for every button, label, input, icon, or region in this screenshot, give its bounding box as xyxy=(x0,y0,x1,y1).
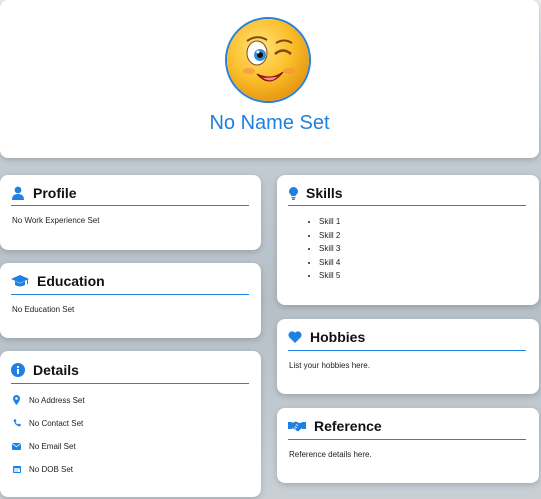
contact-row: No Contact Set xyxy=(12,416,83,430)
reference-divider xyxy=(288,439,526,440)
education-card: Education No Education Set xyxy=(0,263,261,338)
education-title: Education xyxy=(37,273,105,289)
reference-text: Reference details here. xyxy=(289,450,372,459)
hobbies-divider xyxy=(288,350,526,351)
info-icon xyxy=(11,363,25,377)
education-divider xyxy=(11,294,249,295)
calendar-icon xyxy=(12,462,21,476)
hobbies-title: Hobbies xyxy=(310,329,366,345)
profile-card: Profile No Work Experience Set xyxy=(0,175,261,250)
profile-name: No Name Set xyxy=(209,112,330,134)
profile-text: No Work Experience Set xyxy=(12,216,100,225)
heart-icon xyxy=(288,330,302,344)
lightbulb-icon xyxy=(288,186,298,200)
list-item: Skill 1 xyxy=(319,215,340,229)
hobbies-text: List your hobbies here. xyxy=(289,361,370,370)
reference-heading: Reference xyxy=(288,418,382,434)
contact-text: No Contact Set xyxy=(29,418,84,428)
winking-emoji-icon xyxy=(227,19,309,101)
avatar[interactable] xyxy=(225,17,311,103)
skills-heading: Skills xyxy=(288,185,343,201)
envelope-icon xyxy=(12,439,21,453)
list-item: Skill 3 xyxy=(319,242,340,256)
hobbies-heading: Hobbies xyxy=(288,329,365,345)
reference-title: Reference xyxy=(314,418,382,434)
list-item: Skill 2 xyxy=(319,229,340,243)
details-heading: Details xyxy=(11,362,79,378)
skills-title: Skills xyxy=(306,185,343,201)
skills-divider xyxy=(288,205,526,206)
map-pin-icon xyxy=(12,393,21,407)
details-divider xyxy=(11,383,249,384)
hobbies-card: Hobbies List your hobbies here. xyxy=(277,319,539,394)
profile-header-card: No Name Set xyxy=(0,0,539,158)
address-text: No Address Set xyxy=(29,395,85,405)
list-item: Skill 5 xyxy=(319,269,340,283)
email-text: No Email Set xyxy=(29,441,76,451)
dob-row: No DOB Set xyxy=(12,462,73,476)
skills-list: Skill 1 Skill 2 Skill 3 Skill 4 Skill 5 xyxy=(319,215,340,283)
email-row: No Email Set xyxy=(12,439,76,453)
profile-title: Profile xyxy=(33,185,77,201)
skills-card: Skills Skill 1 Skill 2 Skill 3 Skill 4 S… xyxy=(277,175,539,305)
user-icon xyxy=(11,186,25,200)
phone-icon xyxy=(12,416,21,430)
reference-card: Reference Reference details here. xyxy=(277,408,539,483)
education-heading: Education xyxy=(11,273,105,289)
profile-divider xyxy=(11,205,249,206)
handshake-icon xyxy=(288,419,306,433)
address-row: No Address Set xyxy=(12,393,85,407)
profile-heading: Profile xyxy=(11,185,77,201)
list-item: Skill 4 xyxy=(319,256,340,270)
education-text: No Education Set xyxy=(12,305,75,314)
details-card: Details No Address Set No Contact Set No… xyxy=(0,351,261,497)
graduation-cap-icon xyxy=(11,274,29,288)
dob-text: No DOB Set xyxy=(29,464,74,474)
details-title: Details xyxy=(33,362,79,378)
